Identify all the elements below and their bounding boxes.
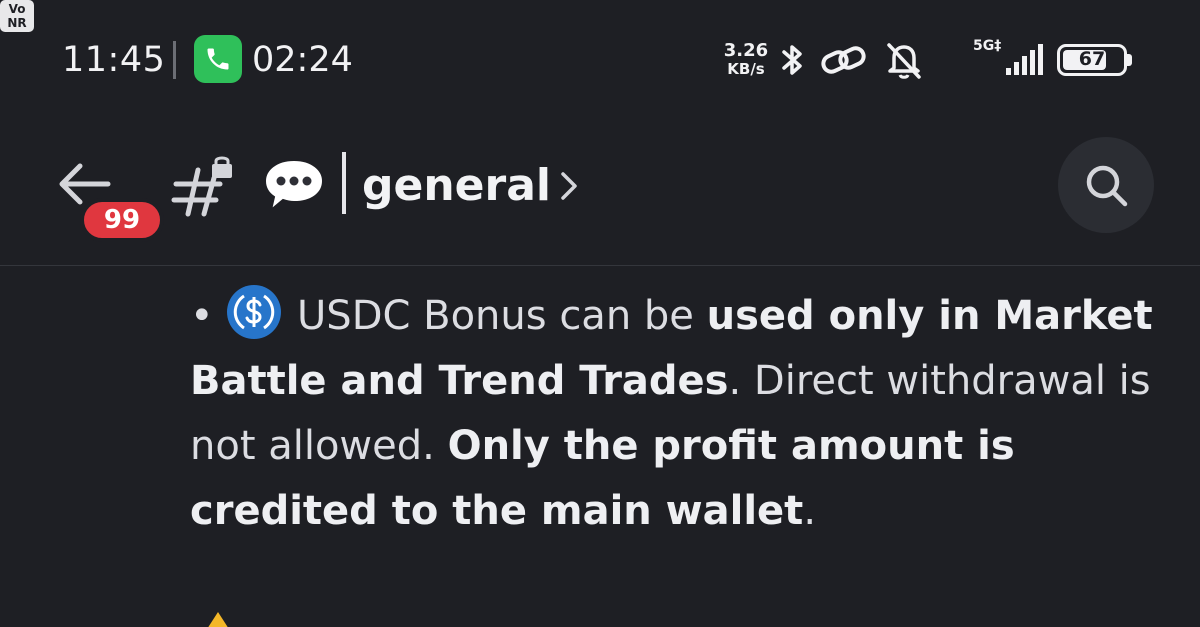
- bluetooth-icon: [782, 45, 802, 75]
- chevron-right-icon[interactable]: [558, 170, 580, 202]
- battery-icon: 67: [1057, 44, 1127, 76]
- network-speed-unit: KB/s: [727, 60, 765, 78]
- vonr-line1: Vo: [8, 2, 26, 16]
- usdc-coin-icon: [227, 285, 282, 339]
- message-segment-1: USDC Bonus can be: [284, 293, 707, 339]
- vonr-line2: NR: [7, 16, 27, 30]
- call-duration: 02:24: [252, 40, 353, 80]
- header-divider: [0, 265, 1200, 266]
- speech-bubble-icon: [263, 158, 325, 213]
- ongoing-call-button[interactable]: [194, 35, 242, 83]
- message-text: • USDC Bonus can be used only in Market …: [190, 284, 1180, 544]
- locked-channel-icon: [171, 156, 232, 217]
- warning-icon: [208, 612, 228, 627]
- unread-badge: 99: [80, 198, 164, 242]
- channel-header: 99 general: [0, 120, 1200, 266]
- title-divider: [342, 152, 346, 214]
- status-clock: 11:45: [62, 40, 166, 80]
- network-type: 5G‡: [973, 38, 1002, 54]
- bell-muted-icon: [887, 43, 921, 79]
- channel-title[interactable]: general: [362, 160, 551, 211]
- search-icon: [1086, 165, 1128, 207]
- network-speed-value: 3.26: [723, 40, 769, 61]
- discord-screen: 11:45 02:24 3.26 KB/s Vo NR 5G‡ 67 99 ge…: [0, 0, 1200, 627]
- phone-icon: [207, 48, 229, 70]
- battery-level: 67: [1078, 48, 1106, 70]
- message-segment-3: .: [803, 488, 817, 534]
- signal-icon: [1006, 44, 1043, 75]
- status-bar: 11:45 02:24 3.26 KB/s Vo NR 5G‡ 67: [0, 0, 1200, 120]
- bullet: •: [190, 293, 214, 339]
- hotspot-link-icon: [821, 46, 866, 74]
- status-divider: [173, 41, 176, 79]
- network-speed: 3.26 KB/s: [720, 40, 772, 79]
- battery-tip: [1127, 54, 1132, 66]
- search-button[interactable]: [1058, 137, 1154, 233]
- vonr-icon: Vo NR: [0, 0, 34, 32]
